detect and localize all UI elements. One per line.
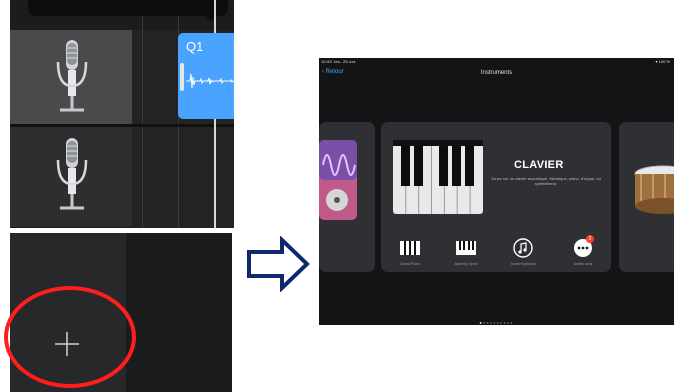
keyboard-icon: [400, 241, 420, 255]
notification-badge: 2: [586, 235, 594, 243]
sub-option-label: Smart Keyboard: [510, 262, 536, 266]
sub-option-label: Grand Piano: [400, 262, 420, 266]
instrument-card-previous[interactable]: [319, 122, 375, 272]
instrument-card-next[interactable]: [619, 122, 674, 272]
region-label: Q1: [186, 39, 204, 54]
grid-line: [142, 0, 143, 228]
region-trim-handle[interactable]: [180, 63, 184, 91]
arrow-right-icon: [247, 236, 310, 292]
page-title: Instruments: [480, 70, 513, 76]
smart-keyboard-icon: [513, 238, 533, 258]
alchemy-synth-icon: [456, 241, 476, 255]
waveform-icon: [186, 73, 234, 89]
piano-keys-icon: [393, 140, 483, 214]
instrument-name: CLAVIER: [514, 159, 564, 171]
popover-bar: [28, 0, 228, 16]
highlight-circle: [4, 286, 136, 388]
empty-timeline-panel: [126, 233, 232, 392]
synth-icon: [319, 140, 357, 220]
instruments-screenshot: 10:52 Jeu. 25 oct. ▾ 100 % ‹ Retour Inst…: [319, 58, 674, 325]
audio-region[interactable]: Q1: [178, 33, 234, 119]
sub-option-label: Autres sons: [573, 262, 593, 266]
drum-icon: [634, 165, 674, 214]
status-bar-battery: ▾ 100 %: [655, 59, 670, 64]
status-bar-time: 10:52 Jeu. 25 oct.: [321, 59, 357, 64]
microphone-icon: [56, 138, 88, 210]
instrument-description: Jouez sur un clavier acoustique, électri…: [491, 176, 601, 186]
tracks-screenshot: Q1: [10, 0, 234, 228]
sub-option-label: Alchemy Synth: [454, 262, 478, 266]
page-indicator[interactable]: ●●●●●●●●●●: [319, 320, 674, 325]
microphone-icon: [56, 40, 88, 112]
